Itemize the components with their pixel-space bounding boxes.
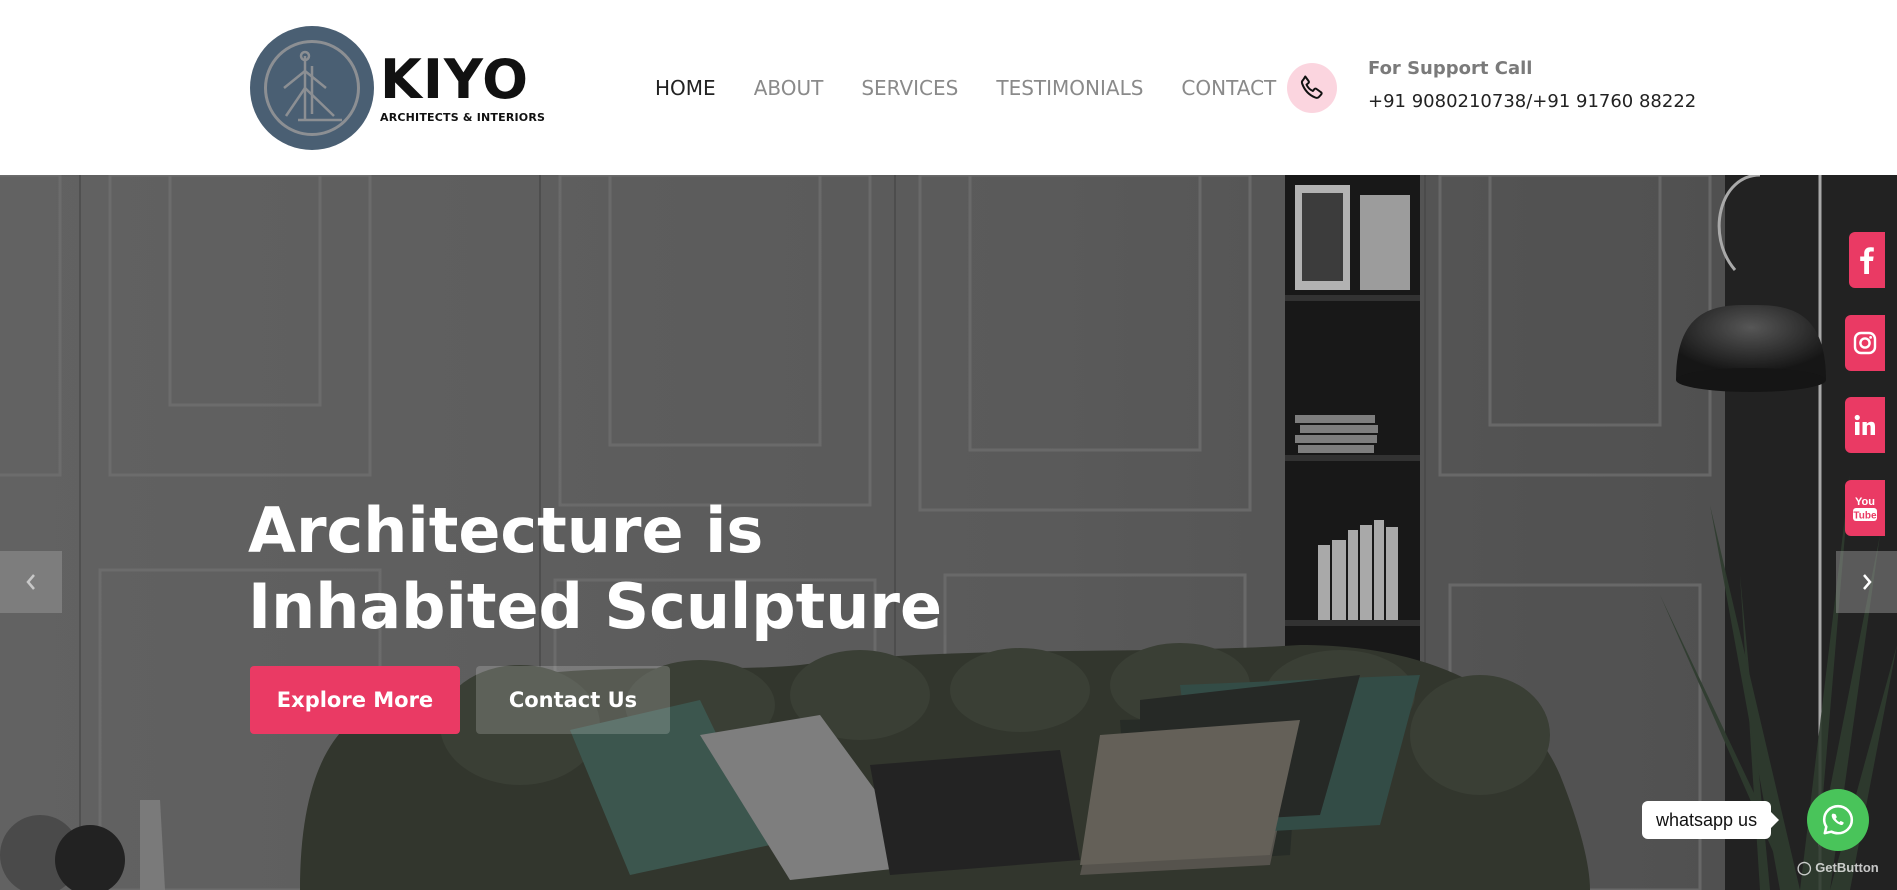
svg-text:Tube: Tube (1853, 511, 1877, 522)
logo-emblem-icon (250, 26, 374, 150)
instagram-link[interactable] (1845, 315, 1885, 371)
nav-services[interactable]: SERVICES (861, 76, 958, 100)
support-number[interactable]: +91 9080210738/+91 91760 88222 (1368, 91, 1696, 112)
chevron-left-icon (26, 574, 35, 590)
slider-next-button[interactable] (1836, 551, 1897, 613)
slider-prev-button[interactable] (0, 551, 62, 613)
whatsapp-button[interactable] (1807, 789, 1869, 851)
logo-subtitle: ARCHITECTS & INTERIORS (380, 110, 546, 124)
contact-us-button[interactable]: Contact Us (476, 666, 670, 734)
nav-testimonials[interactable]: TESTIMONIALS (996, 76, 1143, 100)
youtube-link[interactable]: You Tube (1845, 480, 1885, 536)
nav-about[interactable]: ABOUT (754, 76, 824, 100)
main-nav: HOME ABOUT SERVICES TESTIMONIALS CONTACT (655, 76, 1276, 100)
site-header: KIYO ARCHITECTS & INTERIORS HOME ABOUT S… (0, 0, 1897, 175)
nav-contact[interactable]: CONTACT (1181, 76, 1276, 100)
hero-slider: Architecture is Inhabited Sculpture Expl… (0, 175, 1897, 890)
whatsapp-icon (1822, 804, 1854, 835)
getbutton-credit[interactable]: ◯ GetButton (1797, 860, 1879, 876)
phone-icon[interactable] (1287, 63, 1337, 113)
linkedin-icon (1854, 414, 1875, 435)
getbutton-logo-icon: ◯ (1797, 860, 1812, 875)
getbutton-credit-text: GetButton (1815, 860, 1879, 875)
chevron-right-icon (1862, 574, 1872, 590)
whatsapp-label[interactable]: whatsapp us (1642, 801, 1780, 839)
facebook-link[interactable] (1849, 232, 1885, 288)
hero-title-line2: Inhabited Sculpture (248, 570, 943, 643)
youtube-icon: You Tube (1853, 496, 1877, 522)
hero-title: Architecture is Inhabited Sculpture (248, 493, 968, 645)
linkedin-link[interactable] (1845, 397, 1885, 453)
logo-title: KIYO (380, 47, 530, 111)
facebook-icon (1860, 247, 1874, 274)
svg-text:You: You (1855, 496, 1875, 508)
explore-more-button[interactable]: Explore More (250, 666, 460, 734)
hero-title-line1: Architecture is (248, 494, 764, 567)
instagram-icon (1853, 331, 1877, 355)
support-label: For Support Call (1368, 58, 1533, 79)
support-info: For Support Call +91 9080210738/+91 9176… (1368, 58, 1696, 112)
nav-home[interactable]: HOME (655, 76, 716, 100)
logo[interactable]: KIYO ARCHITECTS & INTERIORS (250, 26, 545, 150)
